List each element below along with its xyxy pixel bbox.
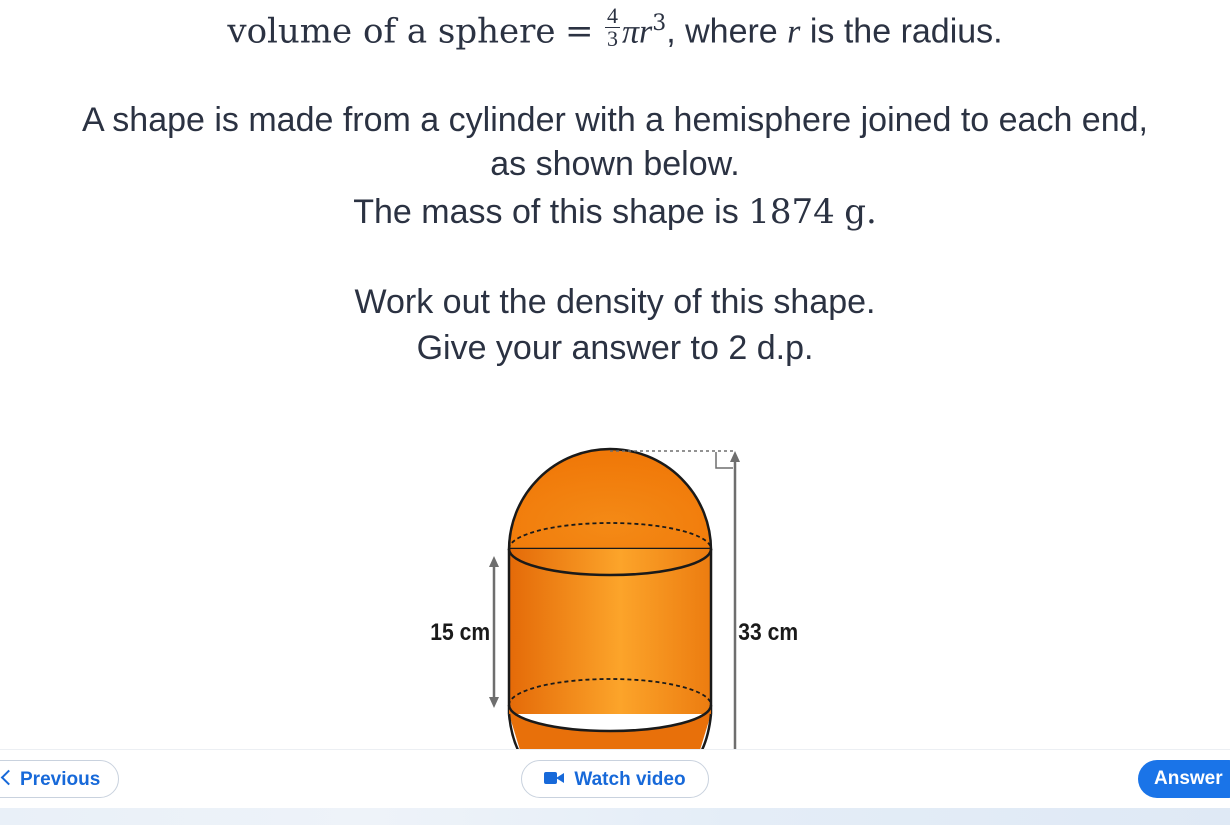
answer-label: Answer [1154, 768, 1223, 789]
cylinder-height-arrow [489, 556, 499, 708]
top-hemisphere [507, 447, 713, 551]
video-camera-icon [544, 771, 566, 784]
watch-video-button[interactable]: Watch video [521, 760, 709, 798]
answer-button[interactable]: Answer [1138, 760, 1230, 798]
label-total-height: 33 cm [738, 619, 798, 646]
footer-band [0, 808, 1230, 825]
previous-button[interactable]: Previous [0, 760, 119, 798]
chevron-left-icon [0, 769, 17, 786]
capsule-diagram: 15 cm 33 cm [430, 447, 798, 751]
previous-label: Previous [20, 769, 101, 790]
watch-video-label: Watch video [574, 769, 686, 790]
label-cylinder-height: 15 cm [430, 619, 490, 646]
